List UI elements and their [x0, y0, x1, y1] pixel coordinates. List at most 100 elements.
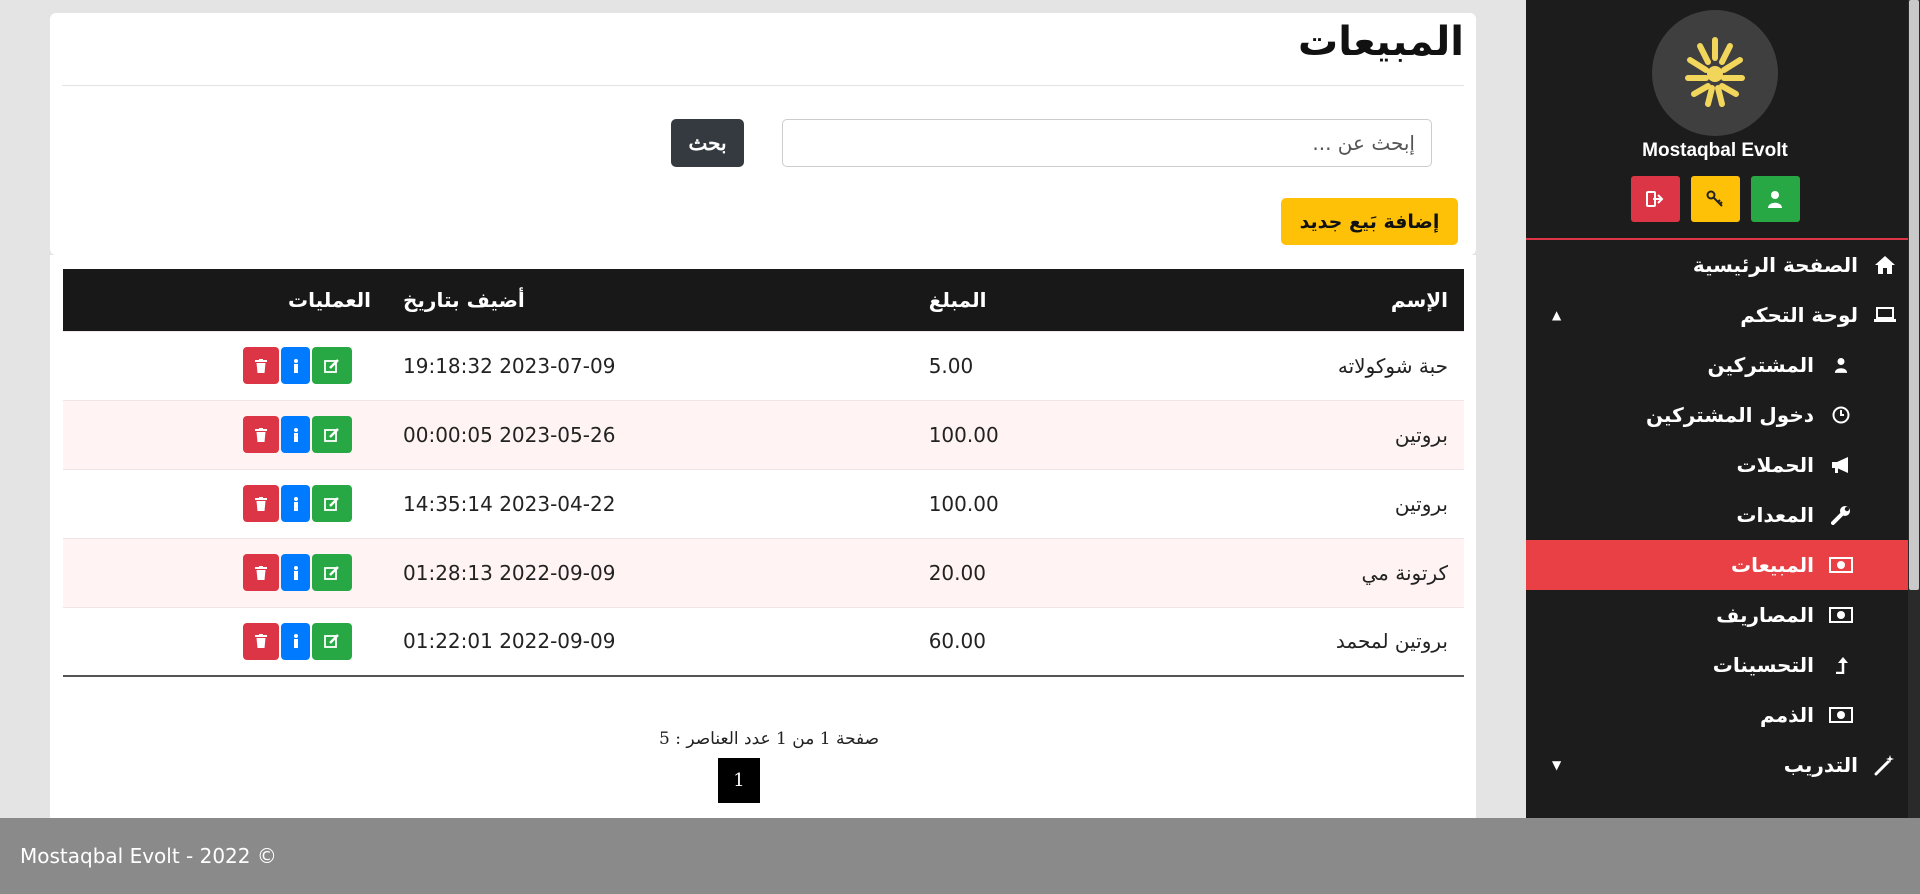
column-header-date[interactable]: أضيف بتاريخ [387, 269, 913, 331]
wrench-icon [1826, 500, 1856, 530]
pagination-summary: صفحة 1 من 1 عدد العناصر : 5 [659, 729, 880, 749]
sidebar-item-sales[interactable]: المبيعات [1526, 540, 1908, 590]
trash-icon [255, 634, 267, 649]
sidebar-item-training[interactable]: ▼ التدريب [1526, 740, 1908, 790]
info-button[interactable] [281, 416, 310, 453]
column-header-amount[interactable]: المبلغ [913, 269, 1127, 331]
delete-button[interactable] [243, 485, 279, 522]
sidebar-item-label: التحسينات [1712, 653, 1814, 677]
trash-icon [255, 496, 267, 511]
info-button[interactable] [281, 485, 310, 522]
cell-amount: 20.00 [928, 560, 986, 585]
column-header-operations: العمليات [288, 287, 371, 312]
sales-table: الإسم المبلغ أضيف بتاريخ العمليات حبة شو… [63, 269, 1464, 677]
info-button[interactable] [281, 554, 310, 591]
search-button[interactable]: بحث [671, 119, 744, 167]
table-row: بروتين لمحمد 60.00 2022-09-09 01:22:01 [63, 607, 1464, 676]
chevron-up-icon: ▲ [1552, 308, 1562, 322]
sidebar-item-label: الحملات [1736, 453, 1814, 477]
page-title: المبيعات [1298, 19, 1464, 65]
logout-button[interactable] [1630, 176, 1680, 222]
sidebar-item-label: الذمم [1760, 703, 1814, 727]
add-sale-button[interactable]: إضافة بَيع جديد [1281, 198, 1458, 245]
clock-icon [1826, 400, 1856, 430]
sidebar-item-label: لوحة التحكم [1740, 303, 1858, 327]
delete-button[interactable] [243, 554, 279, 591]
table-row: بروتين 100.00 2023-04-22 14:35:14 [63, 469, 1464, 538]
search-input[interactable] [782, 119, 1432, 167]
sidebar-item-improvements[interactable]: التحسينات [1526, 640, 1908, 690]
sidebar-item-label: المشتركين [1707, 353, 1814, 377]
cell-name: بروتين [1394, 422, 1448, 447]
edit-button[interactable] [312, 485, 352, 522]
sidebar-item-equipment[interactable]: المعدات [1526, 490, 1908, 540]
sidebar-nav: الصفحة الرئيسية ▲ لوحة التحكم المشتركين … [1526, 240, 1908, 790]
edit-icon [324, 358, 339, 373]
sidebar-item-subscriber-entry[interactable]: دخول المشتركين [1526, 390, 1908, 440]
edit-icon [324, 427, 339, 442]
footer: Mostaqbal Evolt - 2022 © [0, 818, 1920, 894]
pagination-page-1[interactable]: 1 [718, 758, 760, 803]
cell-name: حبة شوكولاته [1337, 353, 1448, 378]
table-row: بروتين 100.00 2023-05-26 00:00:05 [63, 400, 1464, 469]
cell-amount: 100.00 [928, 422, 999, 447]
key-icon [1706, 190, 1723, 207]
delete-button[interactable] [243, 347, 279, 384]
brand-logo [1652, 10, 1778, 136]
column-header-name[interactable]: الإسم [1126, 269, 1464, 331]
info-button[interactable] [281, 622, 310, 660]
edit-button[interactable] [312, 554, 352, 591]
delete-button[interactable] [243, 622, 279, 660]
sidebar-item-campaigns[interactable]: الحملات [1526, 440, 1908, 490]
money-icon [1826, 700, 1856, 730]
sidebar-item-receivables[interactable]: الذمم [1526, 690, 1908, 740]
delete-button[interactable] [243, 416, 279, 453]
sidebar-scrollbar[interactable] [1908, 0, 1920, 818]
cell-name: كرتونة مي [1361, 560, 1448, 585]
table-header-row: الإسم المبلغ أضيف بتاريخ العمليات [63, 269, 1464, 331]
sidebar-item-label: الصفحة الرئيسية [1692, 253, 1858, 277]
cell-amount: 60.00 [928, 629, 986, 654]
edit-button[interactable] [312, 347, 352, 384]
edit-icon [324, 496, 339, 511]
magic-wand-icon [1870, 750, 1900, 780]
edit-button[interactable] [312, 622, 352, 660]
brand-name: Mostaqbal Evolt [1642, 140, 1788, 161]
info-icon [293, 358, 298, 373]
user-icon [1768, 191, 1782, 208]
trash-icon [255, 427, 267, 442]
sidebar: Mostaqbal Evolt الصفحة الرئيسية ▲ لوحة ا… [1526, 0, 1920, 818]
sidebar-item-subscribers[interactable]: المشتركين [1526, 340, 1908, 390]
edit-button[interactable] [312, 416, 352, 453]
table-row: حبة شوكولاته 5.00 2023-07-09 19:18:32 [63, 331, 1464, 400]
cell-date: 2022-09-09 01:28:13 [403, 560, 616, 585]
table-row: كرتونة مي 20.00 2022-09-09 01:28:13 [63, 538, 1464, 607]
sidebar-item-expenses[interactable]: المصاريف [1526, 590, 1908, 640]
sidebar-item-dashboard[interactable]: ▲ لوحة التحكم [1526, 290, 1908, 340]
home-icon [1870, 250, 1900, 280]
sales-table-panel: الإسم المبلغ أضيف بتاريخ العمليات حبة شو… [50, 255, 1476, 818]
arrow-up-icon [1826, 650, 1856, 680]
cell-date: 2023-05-26 00:00:05 [403, 422, 616, 447]
user-icon [1826, 350, 1856, 380]
footer-copyright: Mostaqbal Evolt - 2022 © [20, 844, 277, 868]
chevron-down-icon: ▼ [1552, 758, 1562, 772]
logout-icon [1646, 191, 1664, 207]
edit-icon [324, 634, 339, 649]
cell-date: 2023-04-22 14:35:14 [403, 491, 616, 516]
sidebar-item-label: المعدات [1736, 503, 1814, 527]
sidebar-scrollbar-thumb[interactable] [1909, 0, 1919, 590]
change-password-button[interactable] [1690, 176, 1740, 222]
sidebar-item-home[interactable]: الصفحة الرئيسية [1526, 240, 1908, 290]
sidebar-item-label: المصاريف [1716, 603, 1814, 627]
profile-button[interactable] [1750, 176, 1800, 222]
megaphone-icon [1826, 450, 1856, 480]
cell-date: 2023-07-09 19:18:32 [403, 353, 616, 378]
laptop-icon [1870, 300, 1900, 330]
sidebar-item-label: المبيعات [1731, 553, 1814, 577]
circuit-logo-icon [1685, 37, 1745, 107]
sidebar-item-label: دخول المشتركين [1645, 403, 1814, 427]
title-divider [62, 85, 1464, 86]
info-button[interactable] [281, 347, 310, 384]
info-icon [293, 427, 298, 442]
